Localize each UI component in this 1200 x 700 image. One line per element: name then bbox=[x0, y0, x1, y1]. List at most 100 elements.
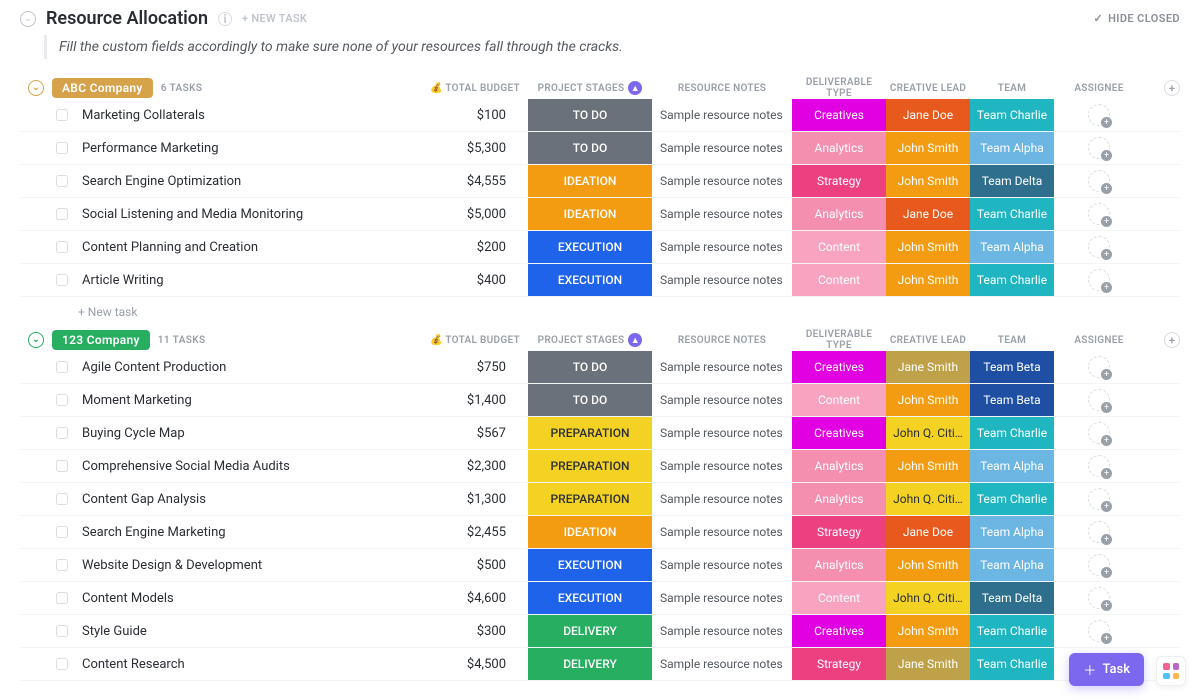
creative-lead-cell[interactable]: John Smith bbox=[886, 384, 970, 416]
deliverable-cell[interactable]: Strategy bbox=[792, 165, 886, 197]
creative-lead-cell[interactable]: John Smith bbox=[886, 231, 970, 263]
task-status-checkbox[interactable] bbox=[56, 394, 68, 406]
deliverable-cell[interactable]: Analytics bbox=[792, 549, 886, 581]
add-column-button[interactable]: + bbox=[1164, 80, 1180, 96]
task-row[interactable]: Search Engine Marketing$2,455IDEATIONSam… bbox=[20, 516, 1180, 549]
group-chip[interactable]: 123 Company bbox=[52, 330, 150, 350]
notes-cell[interactable]: Sample resource notes bbox=[652, 165, 792, 197]
collapse-all-icon[interactable]: ⌄ bbox=[20, 11, 36, 27]
task-status-checkbox[interactable] bbox=[56, 175, 68, 187]
task-name[interactable]: Buying Cycle Map bbox=[78, 417, 422, 449]
task-name[interactable]: Style Guide bbox=[78, 615, 422, 647]
deliverable-cell[interactable]: Creatives bbox=[792, 615, 886, 647]
group-collapse-icon[interactable]: ⌄ bbox=[28, 80, 44, 96]
deliverable-cell[interactable]: Creatives bbox=[792, 99, 886, 131]
team-cell[interactable]: Team Beta bbox=[970, 351, 1054, 383]
task-status-checkbox[interactable] bbox=[56, 625, 68, 637]
task-status-checkbox[interactable] bbox=[56, 109, 68, 121]
col-header-budget[interactable]: 💰 TOTAL BUDGET bbox=[422, 335, 528, 346]
col-header-deliverable[interactable]: DELIVERABLE TYPE bbox=[792, 329, 886, 351]
budget-cell[interactable]: $5,000 bbox=[422, 198, 528, 230]
team-cell[interactable]: Team Alpha bbox=[970, 132, 1054, 164]
stage-cell[interactable]: TO DO bbox=[528, 99, 652, 131]
notes-cell[interactable]: Sample resource notes bbox=[652, 615, 792, 647]
task-name[interactable]: Performance Marketing bbox=[78, 132, 422, 164]
deliverable-cell[interactable]: Content bbox=[792, 384, 886, 416]
col-header-team[interactable]: TEAM bbox=[970, 335, 1054, 346]
task-status-checkbox[interactable] bbox=[56, 427, 68, 439]
stage-cell[interactable]: PREPARATION bbox=[528, 450, 652, 482]
creative-lead-cell[interactable]: John Smith bbox=[886, 264, 970, 296]
stage-cell[interactable]: DELIVERY bbox=[528, 648, 652, 680]
task-name[interactable]: Search Engine Marketing bbox=[78, 516, 422, 548]
stage-cell[interactable]: PREPARATION bbox=[528, 483, 652, 515]
new-task-row[interactable]: + New task bbox=[20, 297, 1180, 323]
add-column-button[interactable]: + bbox=[1164, 332, 1180, 348]
task-name[interactable]: Content Gap Analysis bbox=[78, 483, 422, 515]
budget-cell[interactable]: $300 bbox=[422, 615, 528, 647]
add-assignee-button[interactable] bbox=[1088, 521, 1110, 543]
budget-cell[interactable]: $4,555 bbox=[422, 165, 528, 197]
add-assignee-button[interactable] bbox=[1088, 170, 1110, 192]
creative-lead-cell[interactable]: John Smith bbox=[886, 132, 970, 164]
creative-lead-cell[interactable]: John Smith bbox=[886, 615, 970, 647]
stage-cell[interactable]: EXECUTION bbox=[528, 231, 652, 263]
task-row[interactable]: Comprehensive Social Media Audits$2,300P… bbox=[20, 450, 1180, 483]
info-icon[interactable]: i bbox=[218, 12, 232, 26]
notes-cell[interactable]: Sample resource notes bbox=[652, 99, 792, 131]
task-name[interactable]: Search Engine Optimization bbox=[78, 165, 422, 197]
notes-cell[interactable]: Sample resource notes bbox=[652, 264, 792, 296]
team-cell[interactable]: Team Charlie bbox=[970, 198, 1054, 230]
task-name[interactable]: Social Listening and Media Monitoring bbox=[78, 198, 422, 230]
notes-cell[interactable]: Sample resource notes bbox=[652, 582, 792, 614]
hide-closed-toggle[interactable]: ✓ HIDE CLOSED bbox=[1093, 12, 1180, 25]
deliverable-cell[interactable]: Strategy bbox=[792, 648, 886, 680]
task-row[interactable]: Social Listening and Media Monitoring$5,… bbox=[20, 198, 1180, 231]
task-row[interactable]: Marketing Collaterals$100TO DOSample res… bbox=[20, 99, 1180, 132]
col-header-assignee[interactable]: ASSIGNEE bbox=[1054, 83, 1144, 94]
task-row[interactable]: Performance Marketing$5,300TO DOSample r… bbox=[20, 132, 1180, 165]
creative-lead-cell[interactable]: John Smith bbox=[886, 450, 970, 482]
task-status-checkbox[interactable] bbox=[56, 526, 68, 538]
task-row[interactable]: Content Planning and Creation$200EXECUTI… bbox=[20, 231, 1180, 264]
creative-lead-cell[interactable]: Jane Doe bbox=[886, 99, 970, 131]
notes-cell[interactable]: Sample resource notes bbox=[652, 132, 792, 164]
apps-launcher-button[interactable] bbox=[1156, 656, 1186, 686]
task-status-checkbox[interactable] bbox=[56, 241, 68, 253]
task-status-checkbox[interactable] bbox=[56, 361, 68, 373]
stage-cell[interactable]: TO DO bbox=[528, 351, 652, 383]
add-assignee-button[interactable] bbox=[1088, 356, 1110, 378]
add-assignee-button[interactable] bbox=[1088, 488, 1110, 510]
notes-cell[interactable]: Sample resource notes bbox=[652, 231, 792, 263]
task-name[interactable]: Article Writing bbox=[78, 264, 422, 296]
team-cell[interactable]: Team Charlie bbox=[970, 99, 1054, 131]
notes-cell[interactable]: Sample resource notes bbox=[652, 351, 792, 383]
group-collapse-icon[interactable]: ⌄ bbox=[28, 332, 44, 348]
budget-cell[interactable]: $1,400 bbox=[422, 384, 528, 416]
add-assignee-button[interactable] bbox=[1088, 554, 1110, 576]
team-cell[interactable]: Team Charlie bbox=[970, 648, 1054, 680]
team-cell[interactable]: Team Charlie bbox=[970, 483, 1054, 515]
task-name[interactable]: Website Design & Development bbox=[78, 549, 422, 581]
task-status-checkbox[interactable] bbox=[56, 274, 68, 286]
deliverable-cell[interactable]: Creatives bbox=[792, 351, 886, 383]
budget-cell[interactable]: $500 bbox=[422, 549, 528, 581]
notes-cell[interactable]: Sample resource notes bbox=[652, 549, 792, 581]
team-cell[interactable]: Team Charlie bbox=[970, 615, 1054, 647]
task-name[interactable]: Agile Content Production bbox=[78, 351, 422, 383]
task-row[interactable]: Moment Marketing$1,400TO DOSample resour… bbox=[20, 384, 1180, 417]
task-name[interactable]: Moment Marketing bbox=[78, 384, 422, 416]
creative-lead-cell[interactable]: Jane Doe bbox=[886, 516, 970, 548]
stage-cell[interactable]: EXECUTION bbox=[528, 582, 652, 614]
team-cell[interactable]: Team Alpha bbox=[970, 549, 1054, 581]
add-assignee-button[interactable] bbox=[1088, 422, 1110, 444]
col-header-team[interactable]: TEAM bbox=[970, 83, 1054, 94]
task-row[interactable]: Content Models$4,600EXECUTIONSample reso… bbox=[20, 582, 1180, 615]
deliverable-cell[interactable]: Content bbox=[792, 582, 886, 614]
deliverable-cell[interactable]: Analytics bbox=[792, 483, 886, 515]
col-header-notes[interactable]: RESOURCE NOTES bbox=[652, 335, 792, 346]
add-assignee-button[interactable] bbox=[1088, 269, 1110, 291]
notes-cell[interactable]: Sample resource notes bbox=[652, 384, 792, 416]
task-status-checkbox[interactable] bbox=[56, 658, 68, 670]
new-task-button[interactable]: + NEW TASK bbox=[242, 12, 307, 25]
